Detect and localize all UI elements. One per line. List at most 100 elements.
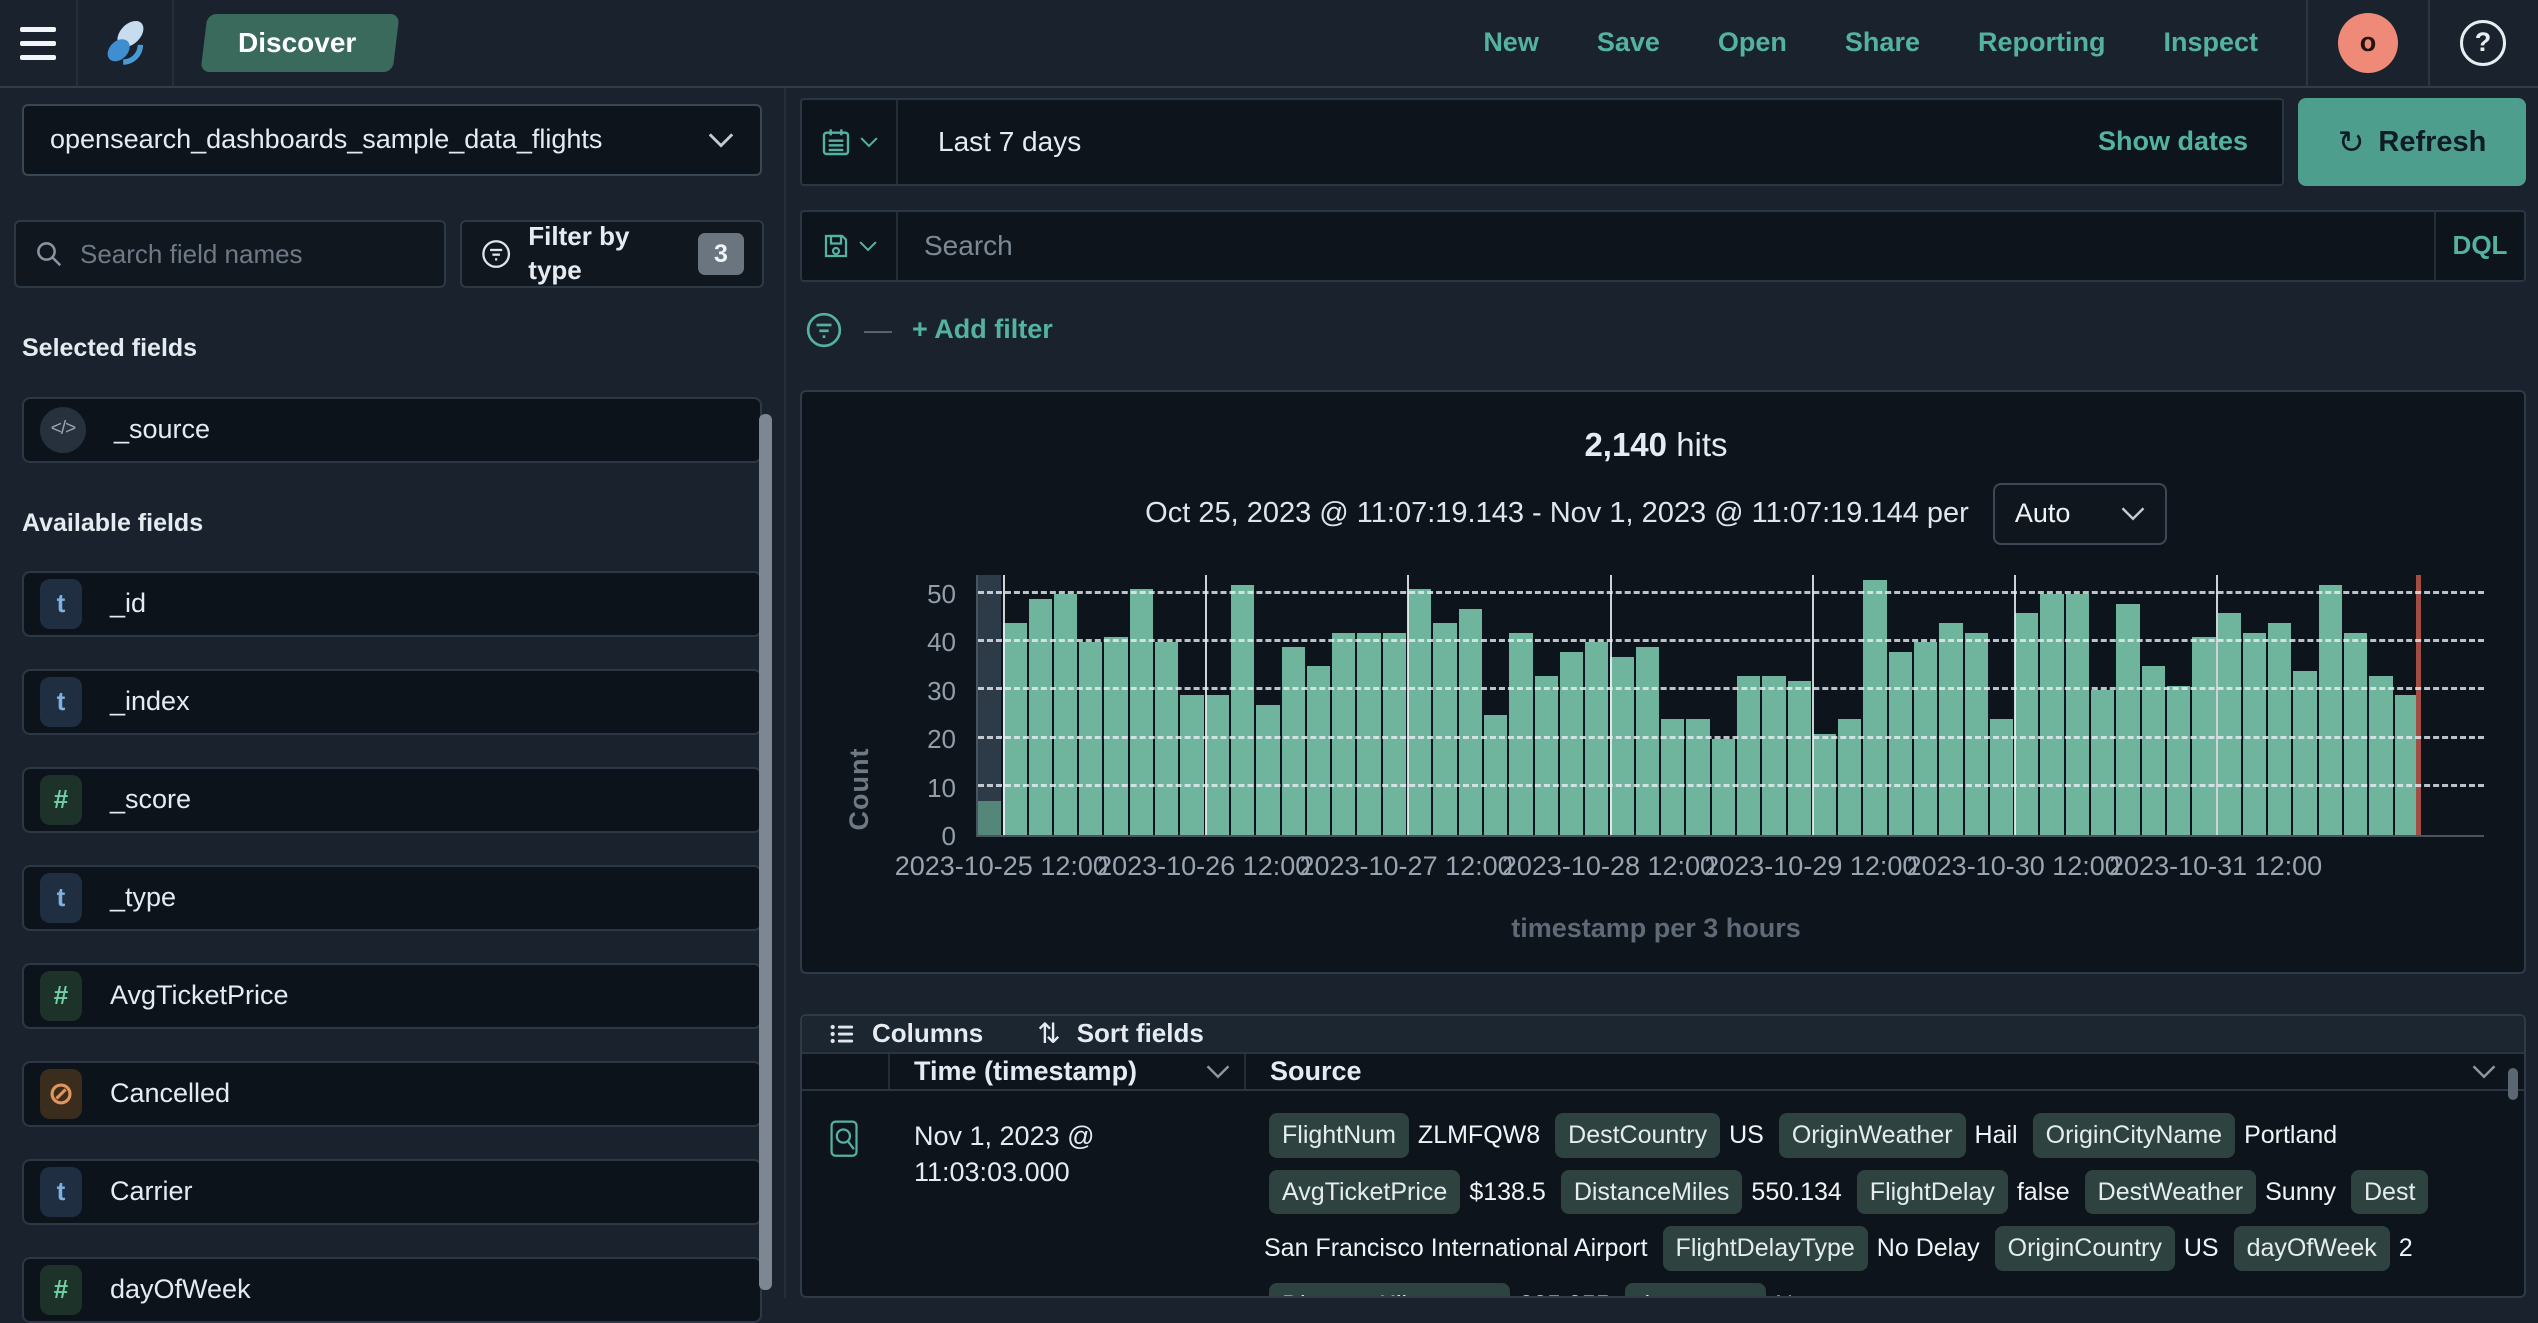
histogram-bar[interactable] — [1433, 575, 1457, 835]
field-item-AvgTicketPrice[interactable]: # AvgTicketPrice — [22, 963, 762, 1029]
histogram-bar[interactable] — [1534, 575, 1558, 835]
histogram-bar[interactable] — [1357, 575, 1381, 835]
show-dates-button[interactable]: Show dates — [2098, 124, 2248, 159]
field-item-_id[interactable]: t _id — [22, 571, 762, 637]
nav-link-share[interactable]: Share — [1845, 25, 1920, 60]
field-item-Cancelled[interactable]: ⊘ Cancelled — [22, 1061, 762, 1127]
opensearch-logo[interactable] — [78, 0, 174, 86]
histogram-bar[interactable] — [2192, 575, 2216, 835]
field-item-_index[interactable]: t _index — [22, 669, 762, 735]
query-search-input[interactable] — [898, 230, 2434, 262]
histogram-bar[interactable] — [2344, 575, 2368, 835]
histogram-bar[interactable] — [2242, 575, 2267, 835]
histogram-bar[interactable] — [1661, 575, 1685, 835]
histogram-bar[interactable] — [1610, 575, 1634, 835]
histogram-bar[interactable] — [1003, 575, 1027, 835]
histogram-bar[interactable] — [2166, 575, 2191, 835]
histogram-bar[interactable] — [1762, 575, 1786, 835]
histogram-bar[interactable] — [1180, 575, 1204, 835]
histogram-bar[interactable] — [1686, 575, 1710, 835]
date-picker-menu-button[interactable] — [802, 100, 898, 184]
histogram-bar[interactable] — [2394, 575, 2418, 835]
histogram-bar[interactable] — [2141, 575, 2165, 835]
histogram-bar[interactable] — [1939, 575, 1963, 835]
tab-discover[interactable]: Discover — [204, 14, 396, 72]
nav-link-save[interactable]: Save — [1597, 25, 1660, 60]
histogram-bar[interactable] — [2318, 575, 2343, 835]
histogram-bar[interactable] — [1812, 575, 1837, 835]
chevron-down-icon[interactable] — [1206, 1064, 1230, 1079]
nav-link-reporting[interactable]: Reporting — [1978, 25, 2106, 60]
histogram-bar[interactable] — [1458, 575, 1482, 835]
field-search-input[interactable] — [80, 238, 426, 270]
histogram-bar[interactable] — [1104, 575, 1128, 835]
table-scrollbar[interactable] — [2508, 1068, 2518, 1101]
saved-query-menu-button[interactable] — [802, 212, 898, 280]
refresh-button[interactable]: ↻ Refresh — [2298, 98, 2526, 186]
add-filter-button[interactable]: + Add filter — [912, 312, 1053, 347]
avatar[interactable]: o — [2338, 13, 2398, 73]
field-item-_score[interactable]: # _score — [22, 767, 762, 833]
field-item-Carrier[interactable]: t Carrier — [22, 1159, 762, 1225]
menu-hamburger-icon[interactable] — [0, 0, 78, 86]
histogram-bar[interactable] — [1711, 575, 1735, 835]
histogram-bar[interactable] — [1635, 575, 1660, 835]
histogram-bar[interactable] — [1230, 575, 1255, 835]
histogram-bar[interactable] — [2091, 575, 2115, 835]
histogram-bar[interactable] — [1155, 575, 1179, 835]
source-column-header[interactable]: Source — [1246, 1054, 2524, 1089]
histogram-bar[interactable] — [2268, 575, 2292, 835]
histogram-bar[interactable] — [2065, 575, 2090, 835]
histogram-bar[interactable] — [1888, 575, 1912, 835]
sidebar-scrollbar[interactable] — [759, 414, 772, 1290]
nav-link-new[interactable]: New — [1483, 25, 1539, 60]
histogram-bar[interactable] — [1053, 575, 1078, 835]
histogram-bar[interactable] — [1863, 575, 1887, 835]
histogram-bar[interactable] — [1787, 575, 1811, 835]
nav-link-open[interactable]: Open — [1718, 25, 1787, 60]
chevron-down-icon[interactable] — [2472, 1064, 2496, 1079]
histogram-bar[interactable] — [1585, 575, 1609, 835]
histogram-bar[interactable] — [2369, 575, 2393, 835]
index-pattern-select[interactable]: opensearch_dashboards_sample_data_flight… — [22, 104, 762, 176]
histogram-bar[interactable] — [1306, 575, 1331, 835]
filter-by-type-button[interactable]: Filter by type 3 — [460, 220, 764, 288]
time-column-header[interactable]: Time (timestamp) — [890, 1054, 1246, 1090]
histogram-bar[interactable] — [2116, 575, 2140, 835]
histogram-bar[interactable] — [1281, 575, 1305, 835]
histogram-bar[interactable] — [978, 574, 1002, 835]
filter-icon[interactable] — [804, 310, 844, 350]
histogram-bar[interactable] — [1079, 575, 1103, 835]
histogram-bar[interactable] — [1913, 575, 1938, 835]
nav-link-inspect[interactable]: Inspect — [2163, 25, 2258, 60]
histogram-bar[interactable] — [1332, 575, 1356, 835]
histogram-bar[interactable] — [1509, 575, 1533, 835]
histogram-bar[interactable] — [1736, 575, 1761, 835]
columns-button[interactable]: Columns — [828, 1017, 983, 1051]
histogram-plot[interactable] — [976, 574, 2484, 837]
field-item-_type[interactable]: t _type — [22, 865, 762, 931]
histogram-bar[interactable] — [2293, 575, 2317, 835]
histogram-bar[interactable] — [1028, 575, 1052, 835]
expand-document-icon[interactable] — [828, 1119, 864, 1161]
time-range-value[interactable]: Last 7 days — [938, 124, 1081, 160]
histogram-bar[interactable] — [1382, 575, 1407, 835]
histogram-bar[interactable] — [1838, 575, 1862, 835]
field-item-_source[interactable]: </> _source — [22, 396, 762, 463]
histogram-bar[interactable] — [2015, 575, 2039, 835]
histogram-bar[interactable] — [1559, 575, 1584, 835]
histogram-bar[interactable] — [1205, 575, 1229, 835]
interval-select[interactable]: Auto — [1992, 482, 2167, 545]
sort-fields-button[interactable]: ⇅ Sort fields — [1037, 1016, 1204, 1052]
help-icon[interactable]: ? — [2460, 20, 2506, 66]
histogram-bar[interactable] — [1483, 575, 1508, 835]
histogram-bar[interactable] — [1989, 575, 2014, 835]
histogram-bar[interactable] — [1129, 575, 1154, 835]
histogram-bar[interactable] — [1964, 575, 1988, 835]
histogram-bar[interactable] — [1408, 575, 1432, 835]
histogram-bar[interactable] — [1256, 575, 1280, 835]
field-item-dayOfWeek[interactable]: # dayOfWeek — [22, 1257, 762, 1323]
histogram-bar[interactable] — [2217, 575, 2241, 835]
histogram-bar[interactable] — [2040, 575, 2064, 835]
query-language-button[interactable]: DQL — [2434, 212, 2524, 280]
